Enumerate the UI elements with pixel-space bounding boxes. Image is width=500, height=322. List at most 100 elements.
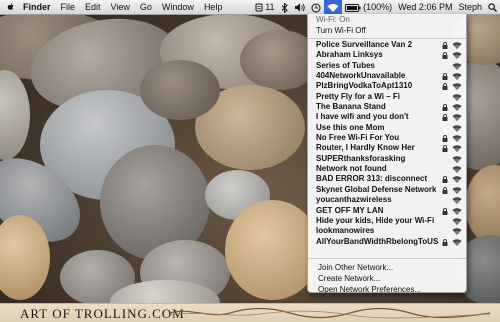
wifi-signal-icon xyxy=(452,104,462,112)
network-item[interactable]: Router, I Hardly Know Her xyxy=(308,143,466,153)
battery-menu-item[interactable]: (100%) xyxy=(342,0,396,14)
timemachine-menu-item[interactable] xyxy=(308,0,324,14)
wifi-signal-icon xyxy=(452,218,462,225)
wifi-signal-icon xyxy=(452,166,462,174)
wifi-signal-icon xyxy=(452,176,462,184)
menu-file[interactable]: File xyxy=(56,0,81,14)
turn-wifi-off-item[interactable]: Turn Wi-Fi Off xyxy=(316,26,366,35)
menu-edit[interactable]: Edit xyxy=(80,0,106,14)
clock[interactable]: Wed 2:06 PM xyxy=(395,0,455,14)
network-name: Abraham Linksys xyxy=(316,50,383,60)
wifi-menu-item[interactable] xyxy=(323,0,342,14)
wifi-signal-icon xyxy=(452,187,462,194)
network-item[interactable]: SUPERthanksforasking xyxy=(308,154,466,164)
lock-icon xyxy=(442,207,448,215)
network-name: Skynet Global Defense Network xyxy=(316,184,437,194)
wifi-signal-icon xyxy=(452,228,462,236)
volume-menu-item[interactable] xyxy=(291,0,308,14)
watermark-banner: ART OF TROLLING.COM xyxy=(0,303,500,322)
lock-icon xyxy=(442,73,448,81)
wifi-signal-icon xyxy=(452,155,462,163)
wifi-status-label: Wi-Fi: On xyxy=(316,15,350,24)
network-name: Use this one Mom xyxy=(316,122,385,132)
wifi-signal-icon xyxy=(452,114,462,122)
network-name: AllYourBandWidthRbelongToUS xyxy=(316,236,439,246)
menu-view[interactable]: View xyxy=(106,0,135,14)
lock-icon xyxy=(442,145,448,153)
network-item[interactable]: I have wifi and you don't xyxy=(308,112,466,122)
battery-percent: (100%) xyxy=(363,2,393,12)
network-name: PlzBringVodkaToApt1310 xyxy=(316,81,413,91)
lock-icon xyxy=(442,104,448,112)
network-item[interactable]: 404NetworkUnavailable xyxy=(308,71,466,81)
wifi-signal-icon xyxy=(452,145,462,153)
network-name: Series of Tubes xyxy=(316,60,375,70)
script-menu-item[interactable]: 11 xyxy=(252,0,278,14)
flourish-icon xyxy=(170,307,490,319)
network-item[interactable]: PlzBringVodkaToApt1310 xyxy=(308,81,466,91)
network-name: Hide your kids, Hide your Wi-Fi xyxy=(316,215,435,225)
lock-icon xyxy=(442,186,448,194)
apple-icon[interactable] xyxy=(6,2,16,12)
wifi-dropdown-menu: Wi-Fi: On Turn Wi-Fi Off Police Surveill… xyxy=(307,14,467,294)
wifi-signal-icon xyxy=(452,42,462,49)
menu-help[interactable]: Help xyxy=(199,0,228,14)
network-item[interactable]: Use this one Mom xyxy=(308,123,466,133)
wifi-signal-icon xyxy=(452,197,462,205)
network-item[interactable]: No Free Wi-Fi For You xyxy=(308,133,466,143)
watermark-text: ART OF TROLLING.COM xyxy=(20,306,185,321)
network-item[interactable]: GET OFF MY LAN xyxy=(308,206,466,216)
lock-icon xyxy=(442,176,448,184)
lock-icon xyxy=(442,83,448,91)
script-menu-icon xyxy=(255,3,263,12)
spotlight-button[interactable] xyxy=(485,0,500,14)
network-name: Pretty Fly for a Wi – Fi xyxy=(316,91,400,101)
network-item[interactable]: Abraham Linksys xyxy=(308,50,466,60)
join-other-network-item[interactable]: Join Other Network... xyxy=(318,263,393,272)
network-item[interactable]: Series of Tubes xyxy=(308,61,466,71)
wifi-signal-icon xyxy=(452,124,462,132)
network-item[interactable]: AllYourBandWidthRbelongToUS xyxy=(308,237,466,247)
wifi-icon xyxy=(327,4,339,13)
network-name: GET OFF MY LAN xyxy=(316,205,384,215)
menu-window[interactable]: Window xyxy=(157,0,199,14)
lock-icon xyxy=(442,238,448,246)
lock-icon xyxy=(442,114,448,122)
network-item[interactable]: BAD ERROR 313: disconnect xyxy=(308,174,466,184)
network-item[interactable]: lookmanowires xyxy=(308,226,466,236)
network-name: Network not found xyxy=(316,164,387,174)
user-menu[interactable]: Steph xyxy=(455,0,485,14)
lock-icon xyxy=(442,135,448,143)
timemachine-icon xyxy=(311,3,321,13)
bluetooth-menu-item[interactable] xyxy=(278,0,291,14)
status-menus: 11 (100%) Wed 2:06 PM Steph xyxy=(252,0,500,14)
menu-finder[interactable]: Finder xyxy=(18,0,56,14)
lock-icon xyxy=(442,52,448,60)
network-item[interactable]: The Banana Stand xyxy=(308,102,466,112)
spotlight-icon xyxy=(488,3,497,13)
wifi-signal-icon xyxy=(452,93,462,101)
network-item[interactable]: Pretty Fly for a Wi – Fi xyxy=(308,92,466,102)
menu-separator xyxy=(308,258,466,259)
open-network-preferences-item[interactable]: Open Network Preferences... xyxy=(318,285,421,294)
network-name: 404NetworkUnavailable xyxy=(316,71,406,81)
wifi-signal-icon xyxy=(452,83,462,91)
menu-bar: Finder File Edit View Go Window Help 11 … xyxy=(0,0,500,15)
network-item[interactable]: Skynet Global Defense Network xyxy=(308,185,466,195)
network-list: Police Surveillance Van 2 Abraham Linksys… xyxy=(308,40,466,247)
network-name: I have wifi and you don't xyxy=(316,112,409,122)
wifi-signal-icon xyxy=(452,238,462,246)
create-network-item[interactable]: Create Network... xyxy=(318,274,380,283)
network-name: No Free Wi-Fi For You xyxy=(316,133,400,143)
network-name: lookmanowires xyxy=(316,226,375,236)
network-item[interactable]: Hide your kids, Hide your Wi-Fi xyxy=(308,216,466,226)
battery-icon xyxy=(344,3,361,12)
wifi-signal-icon xyxy=(452,52,462,60)
script-badge: 11 xyxy=(265,2,275,12)
wifi-signal-icon xyxy=(452,62,462,70)
network-item[interactable]: Network not found xyxy=(308,164,466,174)
network-item[interactable]: Police Surveillance Van 2 xyxy=(308,40,466,50)
menu-go[interactable]: Go xyxy=(135,0,157,14)
network-name: BAD ERROR 313: disconnect xyxy=(316,174,428,184)
network-item[interactable]: youcanthazwireless xyxy=(308,195,466,205)
